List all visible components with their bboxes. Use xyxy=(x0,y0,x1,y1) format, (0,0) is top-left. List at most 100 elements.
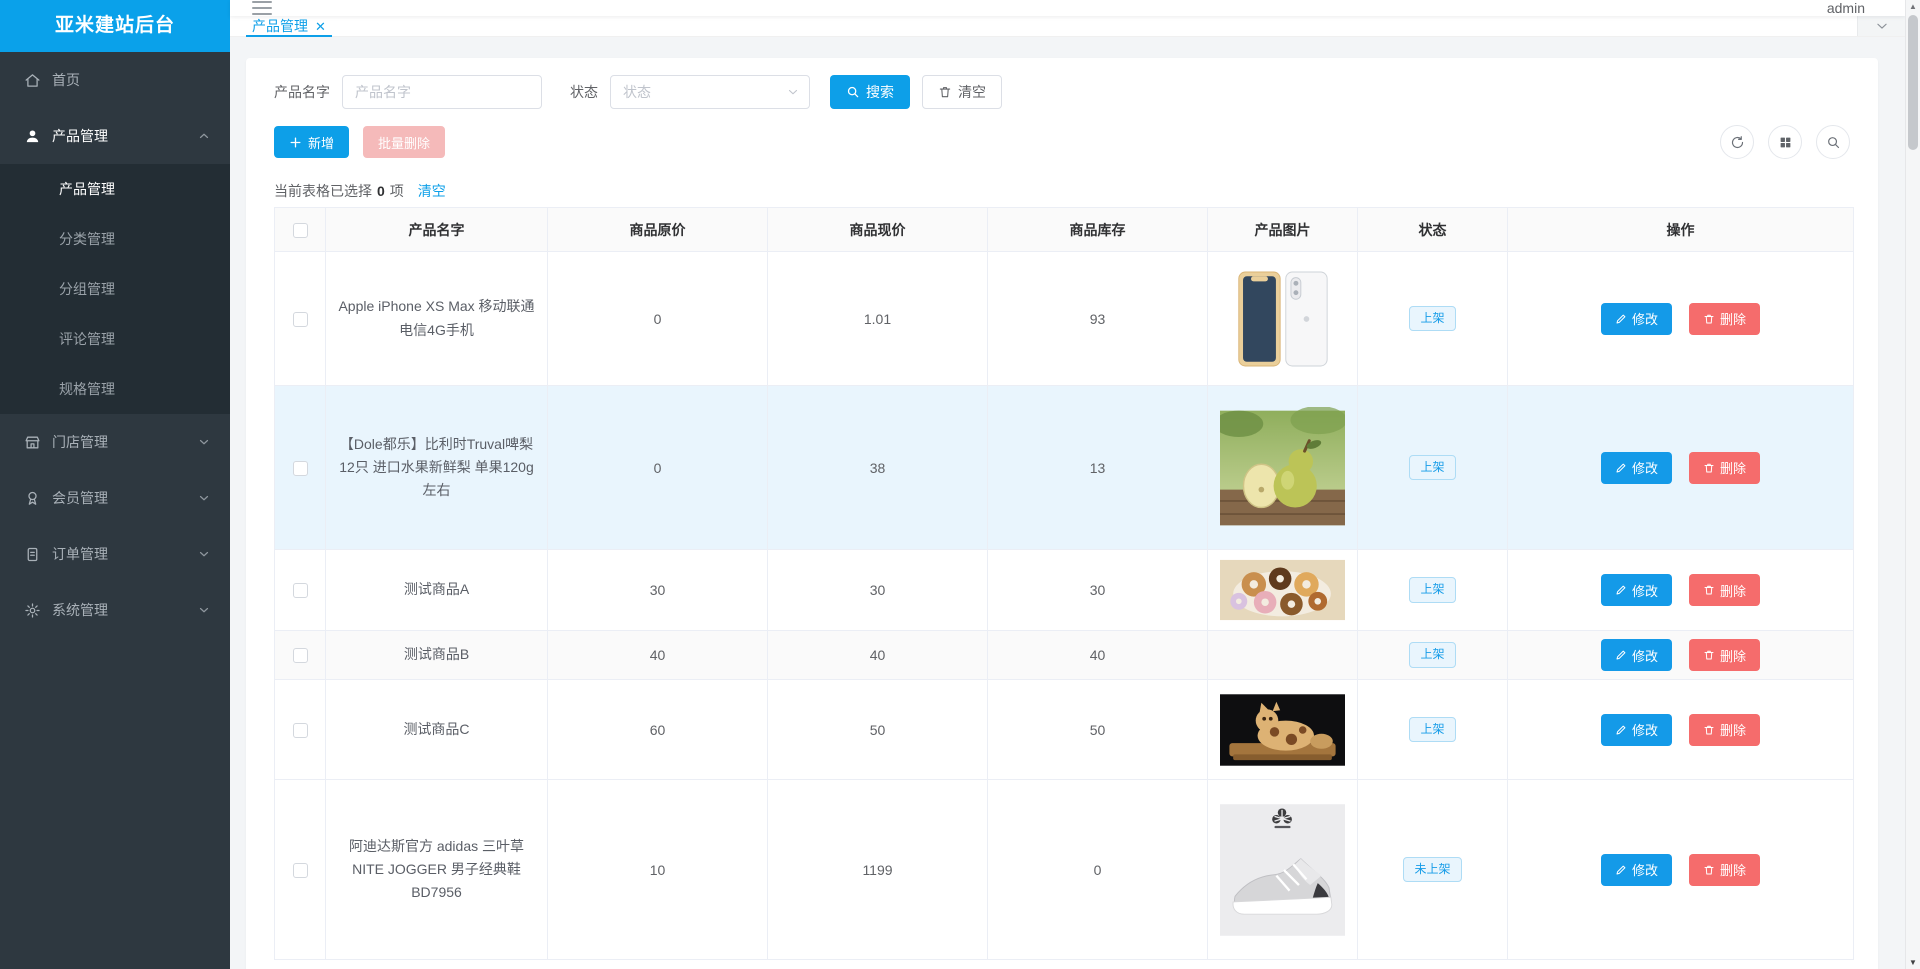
search-icon xyxy=(847,86,859,98)
table-row: 【Dole都乐】比利时Truval啤梨12只 进口水果新鲜梨 单果120g左右 … xyxy=(274,385,1854,550)
table-search-button[interactable] xyxy=(1816,125,1850,159)
row-checkbox[interactable] xyxy=(292,311,308,327)
edit-button[interactable]: 修改 xyxy=(1601,302,1673,335)
clear-filters-button[interactable]: 清空 xyxy=(922,75,1002,109)
tab-list-dropdown-button[interactable] xyxy=(1857,16,1905,36)
app-root: 亚米建站后台 首页 产品管理 产品管理 分类管理 分组管理 评论管理 规格管理 … xyxy=(0,0,1920,969)
sidebar-subitem-spec-manage[interactable]: 规格管理 xyxy=(0,364,230,414)
sidebar-menu: 首页 产品管理 产品管理 分类管理 分组管理 评论管理 规格管理 门店管理 会员… xyxy=(0,52,230,638)
edit-button[interactable]: 修改 xyxy=(1601,713,1673,746)
sidebar-item-stores[interactable]: 门店管理 xyxy=(0,414,230,470)
topbar: admin xyxy=(230,0,1905,16)
sidebar-subitem-comment-manage[interactable]: 评论管理 xyxy=(0,314,230,364)
selection-clear-link[interactable]: 清空 xyxy=(418,181,446,201)
stock: 40 xyxy=(987,630,1208,680)
row-checkbox[interactable] xyxy=(292,862,308,878)
col-header-image: 产品图片 xyxy=(1207,207,1358,252)
scrollbar-down-arrow[interactable]: ▼ xyxy=(1906,958,1920,967)
sidebar-item-label: 系统管理 xyxy=(52,602,108,618)
chevron-down-icon xyxy=(1876,23,1887,29)
delete-button[interactable]: 删除 xyxy=(1688,451,1760,484)
sidebar-subitem-group-manage[interactable]: 分组管理 xyxy=(0,264,230,314)
status-badge: 上架 xyxy=(1409,454,1456,481)
main-area: admin 产品管理 ✕ 产品名字 状态 状态 xyxy=(230,0,1905,969)
row-checkbox[interactable] xyxy=(292,722,308,738)
edit-button[interactable]: 修改 xyxy=(1601,639,1673,671)
donuts-product-image xyxy=(1220,559,1345,621)
sidebar-item-home[interactable]: 首页 xyxy=(0,52,230,108)
col-header-name: 产品名字 xyxy=(325,207,548,252)
refresh-button[interactable] xyxy=(1720,125,1754,159)
tab-bar: 产品管理 ✕ xyxy=(230,16,1905,37)
delete-button[interactable]: 删除 xyxy=(1688,713,1760,746)
column-settings-button[interactable] xyxy=(1768,125,1802,159)
scrollbar-thumb[interactable] xyxy=(1908,15,1918,150)
product-card: 产品名字 状态 状态 搜索 清空 xyxy=(246,58,1878,969)
user-menu[interactable]: admin xyxy=(1827,0,1865,16)
chevron-down-icon xyxy=(199,607,209,613)
delete-button[interactable]: 删除 xyxy=(1688,302,1760,335)
batch-delete-button[interactable]: 批量删除 xyxy=(363,126,446,158)
content-area: 产品名字 状态 状态 搜索 清空 xyxy=(230,37,1905,969)
selection-suffix: 项 xyxy=(389,183,404,199)
select-all-checkbox[interactable] xyxy=(292,222,308,238)
filter-row: 产品名字 状态 状态 搜索 清空 xyxy=(274,75,1850,109)
edit-button[interactable]: 修改 xyxy=(1601,574,1673,606)
collapse-menu-icon[interactable] xyxy=(252,1,272,15)
table-row: Apple iPhone XS Max 移动联通电信4G手机 0 1.01 93 xyxy=(274,251,1854,386)
sidebar: 亚米建站后台 首页 产品管理 产品管理 分类管理 分组管理 评论管理 规格管理 … xyxy=(0,0,230,969)
sidebar-item-products[interactable]: 产品管理 xyxy=(0,108,230,164)
row-checkbox[interactable] xyxy=(292,648,308,664)
delete-button[interactable]: 删除 xyxy=(1688,639,1760,671)
sidebar-item-orders[interactable]: 订单管理 xyxy=(0,526,230,582)
pencil-icon xyxy=(1616,865,1626,874)
sidebar-subitem-category-manage[interactable]: 分类管理 xyxy=(0,214,230,264)
sidebar-submenu-products: 产品管理 分类管理 分组管理 评论管理 规格管理 xyxy=(0,164,230,414)
pencil-icon xyxy=(1616,314,1626,323)
tab-product-manage[interactable]: 产品管理 ✕ xyxy=(246,16,332,37)
sidebar-item-label: 订单管理 xyxy=(52,546,108,562)
search-button[interactable]: 搜索 xyxy=(830,75,910,109)
stock: 93 xyxy=(987,251,1208,386)
col-header-stock: 商品库存 xyxy=(987,207,1208,252)
product-name: 阿迪达斯官方 adidas 三叶草 NITE JOGGER 男子经典鞋BD795… xyxy=(325,779,548,960)
tab-close-icon[interactable]: ✕ xyxy=(315,20,326,33)
sidebar-subitem-product-manage[interactable]: 产品管理 xyxy=(0,164,230,214)
page-scrollbar[interactable]: ▲ ▼ xyxy=(1905,0,1920,969)
current-price: 1.01 xyxy=(767,251,988,386)
product-name: 测试商品A xyxy=(325,549,548,631)
sidebar-item-system[interactable]: 系统管理 xyxy=(0,582,230,638)
edit-button[interactable]: 修改 xyxy=(1601,451,1673,484)
add-button[interactable]: 新增 xyxy=(274,126,350,158)
delete-button[interactable]: 删除 xyxy=(1688,574,1760,606)
app-logo: 亚米建站后台 xyxy=(0,0,230,52)
scrollbar-up-arrow[interactable]: ▲ xyxy=(1906,2,1920,11)
product-name-input[interactable] xyxy=(342,75,542,109)
stock: 13 xyxy=(987,385,1208,550)
delete-button[interactable]: 删除 xyxy=(1688,853,1760,886)
status-badge: 上架 xyxy=(1409,577,1456,603)
original-price: 60 xyxy=(547,679,768,780)
settings-icon xyxy=(25,602,40,618)
chevron-up-icon xyxy=(199,133,209,139)
row-checkbox[interactable] xyxy=(292,460,308,476)
trash-icon xyxy=(939,87,951,98)
chevron-down-icon xyxy=(199,551,209,557)
edit-button[interactable]: 修改 xyxy=(1601,853,1673,886)
status-select[interactable]: 状态 xyxy=(610,75,810,109)
sidebar-item-label: 会员管理 xyxy=(52,490,108,506)
current-price: 40 xyxy=(767,630,988,680)
sidebar-item-members[interactable]: 会员管理 xyxy=(0,470,230,526)
status-badge: 上架 xyxy=(1409,716,1456,743)
chevron-down-icon xyxy=(788,89,798,95)
order-icon xyxy=(27,547,38,561)
row-checkbox[interactable] xyxy=(292,583,308,599)
original-price: 0 xyxy=(547,251,768,386)
col-header-status: 状态 xyxy=(1357,207,1508,252)
table-row: 测试商品A 30 30 30 上架 修改 删除 xyxy=(274,549,1854,631)
trash-icon xyxy=(1704,463,1714,472)
current-price: 1199 xyxy=(767,779,988,960)
product-name: Apple iPhone XS Max 移动联通电信4G手机 xyxy=(325,251,548,386)
product-name: 【Dole都乐】比利时Truval啤梨12只 进口水果新鲜梨 单果120g左右 xyxy=(325,385,548,550)
status-badge: 未上架 xyxy=(1403,856,1462,883)
